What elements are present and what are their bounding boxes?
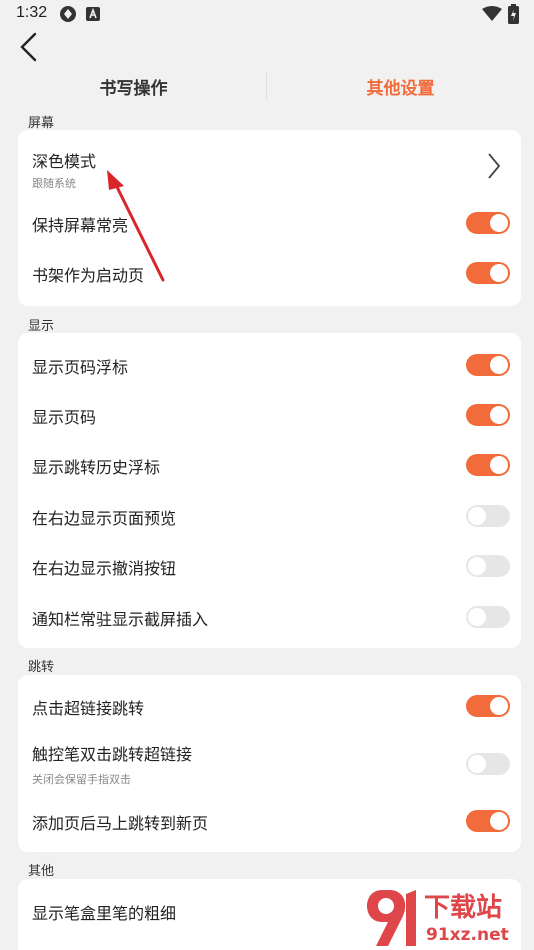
toggle-knob xyxy=(490,356,508,374)
toggle-knob xyxy=(468,755,486,773)
toggle-knob xyxy=(490,456,508,474)
card-jump: 点击超链接跳转 触控笔双击跳转超链接 关闭会保留手指双击 添加页后马上跳转到新页 xyxy=(18,675,521,852)
jump-row-sub: 关闭会保留手指双击 xyxy=(32,773,131,786)
tab-writing[interactable]: 书写操作 xyxy=(0,74,267,99)
toggle-knob xyxy=(490,697,508,715)
dark-mode-row[interactable]: 深色模式 跟随系统 xyxy=(18,130,521,198)
app-notification-icon xyxy=(86,7,100,25)
display-row-label: 显示页码浮标 xyxy=(32,358,129,377)
hyperlink-click-toggle[interactable] xyxy=(466,695,510,717)
watermark-logo: 下载站 91xz.net xyxy=(362,880,534,950)
display-row[interactable]: 在右边显示撤消按钮 xyxy=(18,541,521,591)
section-title-jump: 跳转 xyxy=(28,660,55,675)
back-button[interactable] xyxy=(16,30,44,62)
display-right-undo-toggle[interactable] xyxy=(466,555,510,577)
display-screenshot-notify-toggle[interactable] xyxy=(466,606,510,628)
bookshelf-start-toggle[interactable] xyxy=(466,262,510,284)
display-row[interactable]: 在右边显示页面预览 xyxy=(18,491,521,541)
bookshelf-start-label: 书架作为启动页 xyxy=(32,266,145,285)
other-row-label: 显示笔盒里笔的粗细 xyxy=(32,904,177,923)
jump-row[interactable]: 点击超链接跳转 xyxy=(18,681,521,731)
display-row-label: 显示页码 xyxy=(32,408,97,427)
display-row-label: 显示跳转历史浮标 xyxy=(32,458,161,477)
card-screen: 深色模式 跟随系统 保持屏幕常亮 书架作为启动页 xyxy=(18,130,521,306)
display-row[interactable]: 显示跳转历史浮标 xyxy=(18,440,521,490)
back-arrow-icon xyxy=(20,32,37,62)
dark-mode-value: 跟随系统 xyxy=(32,177,76,190)
toggle-knob xyxy=(490,264,508,282)
jump-row[interactable]: 触控笔双击跳转超链接 关闭会保留手指双击 xyxy=(18,733,521,797)
bookshelf-start-row[interactable]: 书架作为启动页 xyxy=(18,248,521,298)
display-row[interactable]: 通知栏常驻显示截屏插入 xyxy=(18,592,521,642)
dark-mode-label: 深色模式 xyxy=(32,152,97,171)
jump-row-label: 点击超链接跳转 xyxy=(32,699,145,718)
display-right-preview-toggle[interactable] xyxy=(466,505,510,527)
section-title-display: 显示 xyxy=(28,319,55,334)
display-row-label: 在右边显示页面预览 xyxy=(32,509,177,528)
jump-row-label: 添加页后马上跳转到新页 xyxy=(32,814,209,833)
keep-screen-on-label: 保持屏幕常亮 xyxy=(32,216,129,235)
status-bar: 1:32 xyxy=(0,0,534,28)
display-row[interactable]: 显示页码 xyxy=(18,390,521,440)
section-title-other: 其他 xyxy=(28,864,55,879)
watermark-title: 下载站 xyxy=(424,893,502,923)
jump-row-label: 触控笔双击跳转超链接 xyxy=(32,745,193,764)
tab-other-settings[interactable]: 其他设置 xyxy=(267,74,534,99)
toggle-knob xyxy=(468,608,486,626)
display-row-label: 在右边显示撤消按钮 xyxy=(32,559,177,578)
card-display: 显示页码浮标 显示页码 显示跳转历史浮标 在右边显示页面预览 在右边显示撤消按钮… xyxy=(18,333,521,648)
stylus-double-tap-toggle[interactable] xyxy=(466,753,510,775)
keep-screen-on-toggle[interactable] xyxy=(466,212,510,234)
chevron-right-icon xyxy=(487,152,501,184)
watermark-domain: 91xz.net xyxy=(426,925,509,945)
status-time: 1:32 xyxy=(16,4,48,21)
jump-row[interactable]: 添加页后马上跳转到新页 xyxy=(18,796,521,846)
wifi-icon xyxy=(482,6,502,26)
display-page-float-toggle[interactable] xyxy=(466,354,510,376)
display-jump-history-toggle[interactable] xyxy=(466,454,510,476)
battery-icon xyxy=(508,4,519,28)
jump-to-new-page-toggle[interactable] xyxy=(466,810,510,832)
toggle-knob xyxy=(490,214,508,232)
section-title-screen: 屏幕 xyxy=(28,116,55,131)
vpn-icon xyxy=(59,5,77,27)
toggle-knob xyxy=(490,406,508,424)
display-page-number-toggle[interactable] xyxy=(466,404,510,426)
display-row-label: 通知栏常驻显示截屏插入 xyxy=(32,610,209,629)
toggle-knob xyxy=(490,812,508,830)
toggle-knob xyxy=(468,507,486,525)
keep-screen-on-row[interactable]: 保持屏幕常亮 xyxy=(18,198,521,248)
display-row[interactable]: 显示页码浮标 xyxy=(18,340,521,390)
toggle-knob xyxy=(468,557,486,575)
tab-bar: 书写操作 其他设置 xyxy=(0,66,534,106)
